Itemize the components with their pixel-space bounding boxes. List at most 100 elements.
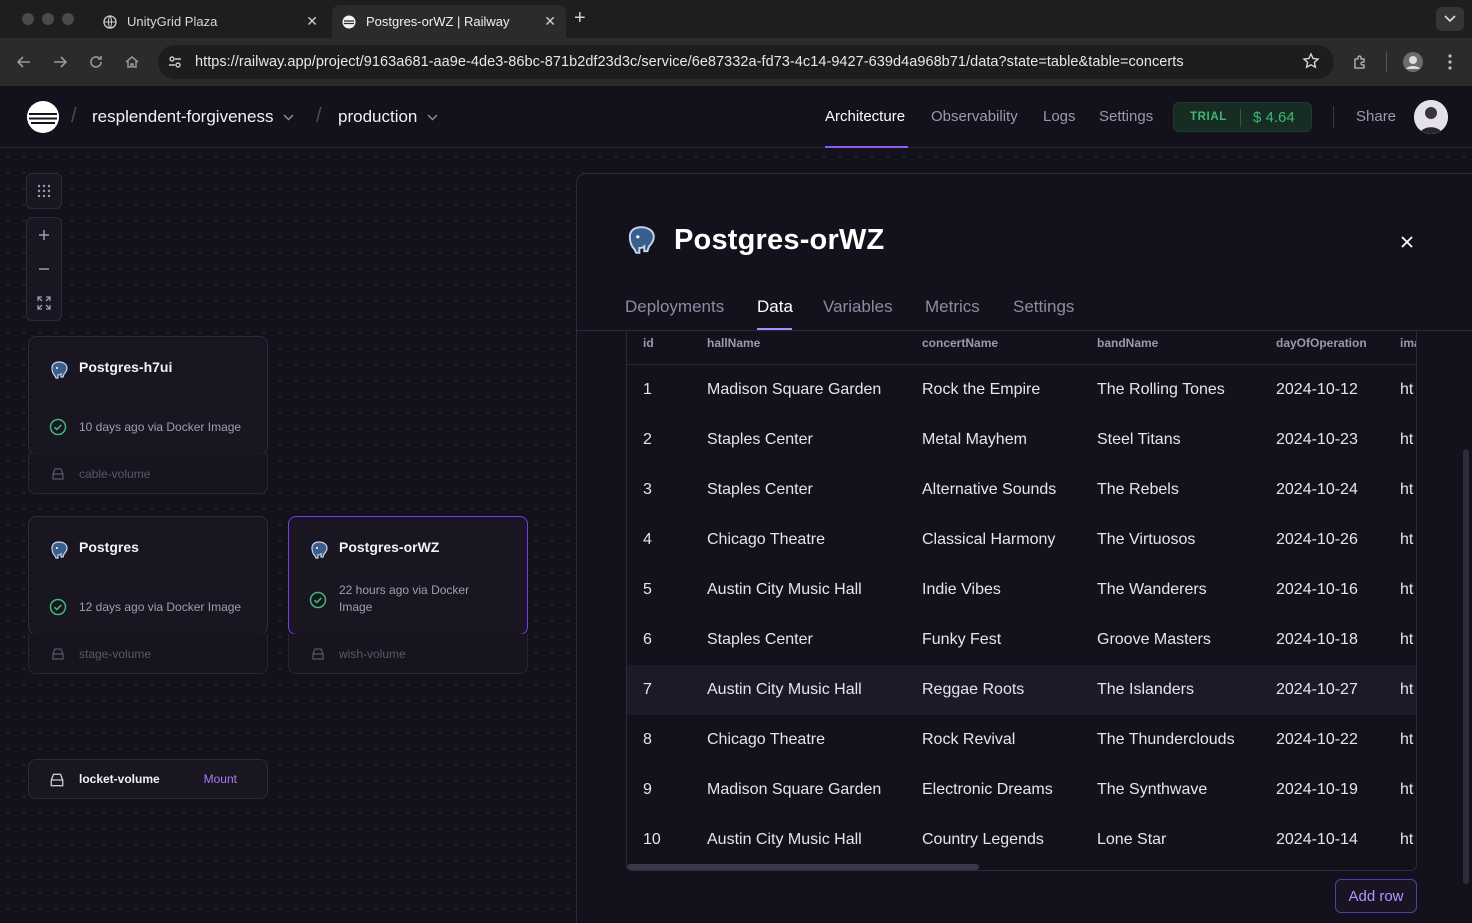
- table-cell-dayofoperation[interactable]: 2024-10-14: [1276, 831, 1358, 849]
- address-bar[interactable]: https://railway.app/project/9163a681-aa9…: [158, 45, 1334, 79]
- table-cell-id[interactable]: 2: [643, 431, 652, 449]
- bookmark-star-icon[interactable]: [1302, 52, 1320, 70]
- table-row[interactable]: 10 Austin City Music Hall Country Legends L…: [627, 815, 1416, 865]
- back-arrow-icon[interactable]: [12, 50, 36, 74]
- browser-tab-railway[interactable]: Postgres-orWZ | Railway ✕: [332, 5, 566, 38]
- service-card-postgres[interactable]: Postgres 12 days ago via Docker Image st…: [28, 516, 268, 674]
- railway-logo-icon[interactable]: [26, 100, 60, 134]
- trial-badge[interactable]: TRIAL $ 4.64: [1173, 102, 1312, 132]
- table-cell-bandname[interactable]: Steel Titans: [1097, 431, 1181, 449]
- table-cell-concertname[interactable]: Rock Revival: [922, 731, 1015, 749]
- column-header-dayofoperation[interactable]: dayOfOperation: [1276, 336, 1367, 350]
- table-cell-concertname[interactable]: Classical Harmony: [922, 531, 1055, 549]
- table-cell-bandname[interactable]: The Rolling Tones: [1097, 381, 1225, 399]
- zoom-out-icon[interactable]: [27, 252, 61, 286]
- table-cell-ima[interactable]: ht: [1400, 831, 1413, 849]
- table-cell-bandname[interactable]: Lone Star: [1097, 831, 1166, 849]
- table-cell-bandname[interactable]: Groove Masters: [1097, 631, 1211, 649]
- table-cell-ima[interactable]: ht: [1400, 481, 1413, 499]
- table-cell-bandname[interactable]: The Wanderers: [1097, 581, 1207, 599]
- table-cell-dayofoperation[interactable]: 2024-10-18: [1276, 631, 1358, 649]
- service-card-postgres-h7ui[interactable]: Postgres-h7ui 10 days ago via Docker Ima…: [28, 336, 268, 494]
- table-cell-id[interactable]: 8: [643, 731, 652, 749]
- column-header-bandname[interactable]: bandName: [1097, 336, 1158, 350]
- table-cell-dayofoperation[interactable]: 2024-10-19: [1276, 781, 1358, 799]
- tab-deployments[interactable]: Deployments: [625, 297, 724, 317]
- zoom-in-icon[interactable]: [27, 218, 61, 252]
- table-cell-concertname[interactable]: Funky Fest: [922, 631, 1001, 649]
- browser-tab-unitygrid[interactable]: UnityGrid Plaza ✕: [92, 5, 328, 38]
- column-header-hallname[interactable]: hallName: [707, 336, 760, 350]
- nav-observability[interactable]: Observability: [931, 108, 1018, 125]
- home-icon[interactable]: [120, 50, 144, 74]
- table-cell-ima[interactable]: ht: [1400, 431, 1413, 449]
- table-cell-dayofoperation[interactable]: 2024-10-22: [1276, 731, 1358, 749]
- new-tab-icon[interactable]: +: [574, 7, 586, 30]
- add-row-button[interactable]: Add row: [1335, 879, 1417, 913]
- attached-volume[interactable]: stage-volume: [28, 634, 268, 674]
- tab-variables[interactable]: Variables: [823, 297, 893, 317]
- table-row[interactable]: 7 Austin City Music Hall Reggae Roots The I…: [627, 665, 1416, 715]
- vertical-scrollbar[interactable]: [1463, 449, 1469, 884]
- tab-metrics[interactable]: Metrics: [925, 297, 980, 317]
- table-cell-concertname[interactable]: Indie Vibes: [922, 581, 1001, 599]
- table-cell-dayofoperation[interactable]: 2024-10-26: [1276, 531, 1358, 549]
- table-row[interactable]: 1 Madison Square Garden Rock the Empire The…: [627, 365, 1416, 415]
- window-zoom-dot[interactable]: [62, 13, 74, 25]
- site-settings-icon[interactable]: [166, 53, 184, 71]
- table-row[interactable]: 2 Staples Center Metal Mayhem Steel Titans 2…: [627, 415, 1416, 465]
- table-cell-hallname[interactable]: Staples Center: [707, 481, 813, 499]
- table-cell-bandname[interactable]: The Islanders: [1097, 681, 1194, 699]
- table-cell-ima[interactable]: ht: [1400, 781, 1413, 799]
- user-avatar[interactable]: [1414, 100, 1448, 134]
- nav-logs[interactable]: Logs: [1043, 108, 1076, 125]
- table-cell-concertname[interactable]: Reggae Roots: [922, 681, 1024, 699]
- table-cell-ima[interactable]: ht: [1400, 381, 1413, 399]
- table-cell-id[interactable]: 9: [643, 781, 652, 799]
- table-row[interactable]: 9 Madison Square Garden Electronic Dreams T…: [627, 765, 1416, 815]
- reload-icon[interactable]: [84, 50, 108, 74]
- table-cell-hallname[interactable]: Chicago Theatre: [707, 531, 825, 549]
- environment-switcher[interactable]: production: [338, 107, 438, 127]
- service-card-body[interactable]: Postgres-h7ui 10 days ago via Docker Ima…: [28, 336, 268, 455]
- table-cell-bandname[interactable]: The Thunderclouds: [1097, 731, 1235, 749]
- table-cell-bandname[interactable]: The Virtuosos: [1097, 531, 1195, 549]
- table-row[interactable]: 8 Chicago Theatre Rock Revival The Thunderc…: [627, 715, 1416, 765]
- grid-dots-icon[interactable]: [27, 174, 61, 208]
- table-cell-dayofoperation[interactable]: 2024-10-27: [1276, 681, 1358, 699]
- column-header-ima[interactable]: ima: [1400, 336, 1416, 350]
- browser-menu-icon[interactable]: [1438, 50, 1462, 74]
- table-cell-id[interactable]: 5: [643, 581, 652, 599]
- fit-view-icon[interactable]: [27, 286, 61, 320]
- table-cell-hallname[interactable]: Chicago Theatre: [707, 731, 825, 749]
- service-card-body[interactable]: Postgres-orWZ 22 hours ago via Docker Im…: [288, 516, 528, 635]
- nav-settings[interactable]: Settings: [1099, 108, 1153, 125]
- tab-search-chevron-icon[interactable]: [1436, 7, 1464, 31]
- table-cell-dayofoperation[interactable]: 2024-10-16: [1276, 581, 1358, 599]
- mount-volume-button[interactable]: Mount: [204, 772, 237, 786]
- table-cell-bandname[interactable]: The Synthwave: [1097, 781, 1207, 799]
- table-cell-hallname[interactable]: Austin City Music Hall: [707, 581, 862, 599]
- table-cell-hallname[interactable]: Austin City Music Hall: [707, 681, 862, 699]
- table-cell-concertname[interactable]: Metal Mayhem: [922, 431, 1027, 449]
- table-cell-id[interactable]: 10: [643, 831, 661, 849]
- tab-settings[interactable]: Settings: [1013, 297, 1074, 317]
- table-cell-id[interactable]: 6: [643, 631, 652, 649]
- table-cell-ima[interactable]: ht: [1400, 681, 1413, 699]
- table-cell-concertname[interactable]: Country Legends: [922, 831, 1044, 849]
- table-cell-ima[interactable]: ht: [1400, 631, 1413, 649]
- table-cell-id[interactable]: 3: [643, 481, 652, 499]
- close-icon[interactable]: [1397, 232, 1417, 252]
- unattached-volume-card[interactable]: locket-volume Mount: [28, 759, 268, 799]
- attached-volume[interactable]: cable-volume: [28, 454, 268, 494]
- table-cell-concertname[interactable]: Electronic Dreams: [922, 781, 1053, 799]
- table-cell-ima[interactable]: ht: [1400, 581, 1413, 599]
- table-cell-concertname[interactable]: Rock the Empire: [922, 381, 1040, 399]
- table-cell-hallname[interactable]: Madison Square Garden: [707, 381, 881, 399]
- table-row[interactable]: 3 Staples Center Alternative Sounds The Reb…: [627, 465, 1416, 515]
- profile-avatar-icon[interactable]: [1401, 50, 1425, 74]
- table-cell-bandname[interactable]: The Rebels: [1097, 481, 1179, 499]
- table-cell-id[interactable]: 1: [643, 381, 652, 399]
- table-cell-hallname[interactable]: Madison Square Garden: [707, 781, 881, 799]
- window-close-dot[interactable]: [22, 13, 34, 25]
